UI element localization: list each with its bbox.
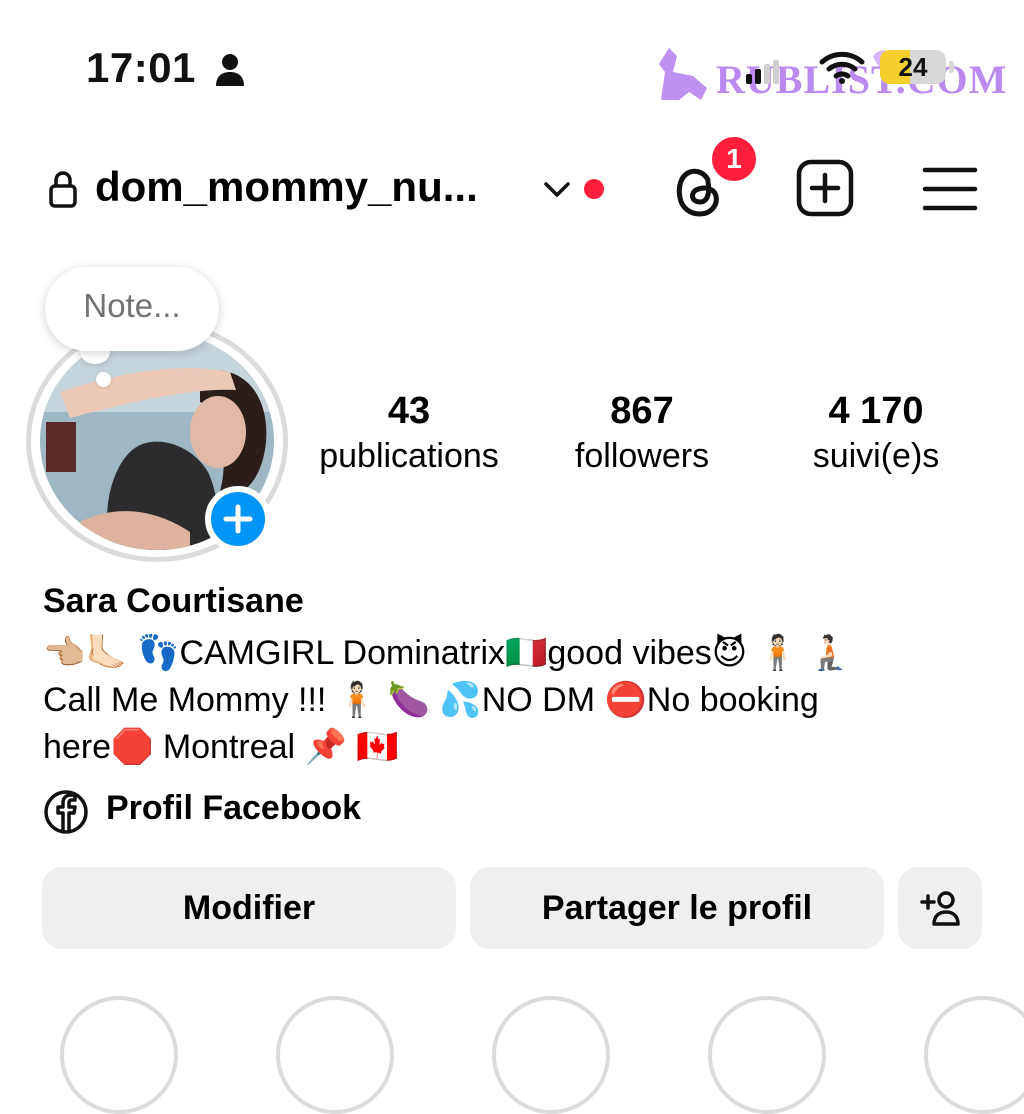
story-highlight[interactable] [492, 996, 610, 1114]
note-bubble-tail [96, 372, 111, 387]
status-time: 17:01 [86, 44, 196, 91]
profile-bio: 👈🏼🦶🏻 👣CAMGIRL Dominatrix🇮🇹good vibes😈 🧍🏻… [43, 630, 983, 771]
stat-value: 867 [610, 390, 674, 432]
account-username[interactable]: dom_mommy_nu... [95, 163, 478, 211]
account-notification-dot [584, 179, 604, 199]
stat-publications[interactable]: 43 publications [294, 388, 524, 478]
stat-label: followers [574, 437, 710, 475]
battery-tip [949, 61, 954, 73]
signal-icon [746, 60, 779, 84]
story-highlight[interactable] [276, 996, 394, 1114]
stat-following[interactable]: 4 170 suivi(e)s [761, 388, 991, 478]
stat-label: suivi(e)s [812, 437, 940, 475]
wifi-icon [819, 51, 865, 84]
note-placeholder: Note... [83, 287, 181, 324]
story-highlight[interactable] [708, 996, 826, 1114]
story-highlight[interactable] [924, 996, 1024, 1114]
profile-name: Sara Courtisane [43, 582, 304, 620]
bio-line: Call Me Mommy !!! 🧍🏻 🍆 💦NO DM ⛔No bookin… [43, 681, 819, 719]
stat-value: 4 170 [828, 390, 924, 432]
stat-label: publications [319, 437, 499, 475]
menu-icon[interactable] [922, 166, 978, 212]
bio-line: 👈🏼🦶🏻 👣CAMGIRL Dominatrix🇮🇹good vibes😈 🧍🏻… [43, 634, 851, 672]
add-story-button[interactable] [205, 486, 271, 552]
chevron-down-icon[interactable] [542, 178, 572, 200]
create-post-icon[interactable] [796, 159, 854, 217]
lock-icon [49, 171, 77, 208]
stat-value: 43 [387, 390, 431, 432]
facebook-icon[interactable] [43, 789, 89, 835]
add-user-icon [920, 891, 960, 926]
facebook-profile-link[interactable]: Profil Facebook [106, 789, 361, 828]
share-profile-button[interactable]: Partager le profil [470, 867, 884, 949]
stat-followers[interactable]: 867 followers [527, 388, 757, 478]
edit-profile-button[interactable]: Modifier [42, 867, 456, 949]
threads-notification-badge: 1 [708, 133, 760, 185]
bio-line: here🛑 Montreal 📌 🇨🇦 [43, 728, 399, 766]
story-highlight[interactable] [60, 996, 178, 1114]
plus-icon [223, 504, 253, 534]
battery-percent: 24 [898, 52, 928, 82]
person-icon [216, 54, 244, 86]
